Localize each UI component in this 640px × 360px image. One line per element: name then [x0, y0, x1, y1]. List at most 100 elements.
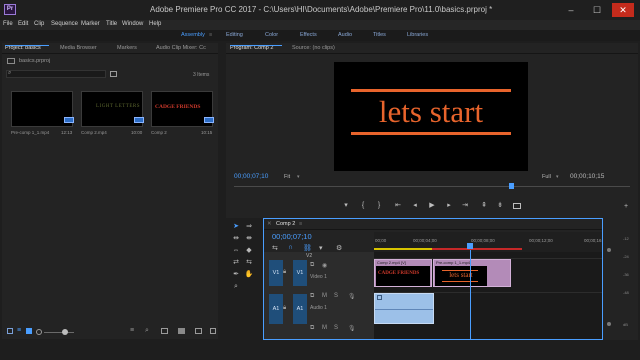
menu-edit[interactable]: Edit [18, 21, 28, 27]
track-area[interactable]: Comp 2.mp4 [V] CADGE FRIENDS Pre-comp 1_… [374, 250, 602, 339]
zoom-slider-handle[interactable] [62, 329, 68, 335]
playhead-scrubber[interactable] [234, 186, 630, 187]
add-marker-button[interactable]: ▾ [341, 201, 351, 210]
wrench-icon[interactable]: ⚙ [336, 244, 342, 252]
mark-in-button[interactable]: { [358, 201, 368, 210]
track-target-a1[interactable]: A1 [293, 294, 307, 324]
sync-lock-icon[interactable]: ⧉ [310, 325, 314, 332]
new-item-icon[interactable] [195, 328, 202, 334]
menu-file[interactable]: File [3, 21, 13, 27]
workspace-titles[interactable]: Titles [373, 32, 386, 38]
fit-dropdown[interactable]: Fit [284, 174, 290, 180]
time-ruler[interactable]: 00;00 00;00;04;00 00;00;08;00 00;00;12;0… [374, 232, 602, 252]
close-button[interactable]: ✕ [612, 3, 634, 17]
track-select-tool-icon[interactable]: ⇒ [244, 222, 254, 231]
tab-source[interactable]: Source: (no clips) [292, 45, 335, 51]
icon-view-icon[interactable] [26, 328, 32, 334]
zoom-out-icon[interactable] [36, 329, 42, 335]
clip-precomp[interactable]: Pre-comp 1_1.mp4 lets start [433, 259, 511, 287]
workspace-audio[interactable]: Audio [338, 32, 352, 38]
audio-clip[interactable] [374, 293, 434, 324]
rate-stretch-tool-icon[interactable]: ⇔ [231, 246, 241, 255]
lock-icon[interactable]: 🔒︎ [283, 269, 286, 276]
linked-selection-icon[interactable]: ⛓ [303, 244, 312, 252]
tab-comp2[interactable]: Comp 2 [276, 221, 295, 227]
minimize-button[interactable]: – [560, 3, 582, 17]
snap-icon[interactable]: ∩ [288, 244, 293, 251]
lift-button[interactable]: ⇞ [479, 201, 489, 210]
automate-icon[interactable] [161, 328, 168, 334]
meter-unit: dB [623, 322, 628, 327]
lock-icon[interactable] [7, 328, 13, 334]
trash-icon[interactable] [210, 328, 216, 334]
slip-tool-icon[interactable]: ⇄ [231, 258, 241, 267]
ripple-edit-tool-icon[interactable]: ⇹ [231, 234, 241, 243]
clip-comp2-mp4[interactable]: Comp 2.mp4 [V] CADGE FRIENDS [374, 259, 432, 287]
eye-icon[interactable]: ◉ [322, 262, 327, 269]
add-button[interactable]: + [624, 203, 628, 210]
mark-out-button[interactable]: } [374, 201, 384, 210]
program-timecode[interactable]: 00;00;07;10 [234, 173, 268, 180]
source-patch-v1[interactable]: V1 [269, 260, 283, 286]
playhead-handle[interactable] [509, 183, 515, 189]
solo-icon[interactable]: S [334, 293, 338, 299]
razor-tool-icon[interactable]: ◆ [244, 246, 254, 255]
meter-scroll-bottom[interactable] [607, 322, 611, 326]
slide-tool-icon[interactable]: ⇆ [244, 258, 254, 267]
mute-icon[interactable]: M [322, 293, 327, 299]
quality-dropdown[interactable]: Full [542, 174, 551, 180]
panel-menu-icon[interactable]: ≡ [299, 221, 302, 227]
solo-icon[interactable]: S [334, 325, 338, 331]
tab-markers[interactable]: Markers [117, 45, 137, 51]
nest-toggle-icon[interactable]: ⇆ [272, 244, 278, 252]
extract-button[interactable]: ⇟ [495, 201, 505, 210]
microphone-icon[interactable]: 🎙︎ [348, 293, 356, 300]
maximize-button[interactable]: ☐ [586, 3, 608, 17]
sync-lock-icon[interactable]: ⧉ [310, 262, 314, 269]
zoom-tool-icon[interactable]: ⌕ [231, 282, 241, 291]
source-patch-a1[interactable]: A1 [269, 294, 283, 324]
tab-audio-clip-mixer[interactable]: Audio Clip Mixer: Cc [156, 45, 206, 51]
hand-tool-icon[interactable]: ✋ [244, 270, 254, 279]
lock-icon[interactable]: 🔒︎ [283, 305, 286, 312]
menu-marker[interactable]: Marker [81, 21, 100, 27]
close-icon[interactable]: ✕ [267, 221, 272, 227]
selection-tool-icon[interactable]: ➤ [231, 222, 241, 231]
export-frame-icon[interactable] [513, 203, 521, 209]
go-to-in-button[interactable]: ⇤ [393, 201, 403, 210]
search-icon[interactable]: ⌕ [145, 327, 149, 335]
menu-clip[interactable]: Clip [34, 21, 44, 27]
microphone-icon[interactable]: 🎙︎ [348, 325, 356, 332]
workspace-assembly[interactable]: Assembly [181, 32, 205, 38]
menu-title[interactable]: Title [106, 21, 117, 27]
workspace-color[interactable]: Color [265, 32, 278, 38]
menu-window[interactable]: Window [122, 21, 143, 27]
workspace-libraries[interactable]: Libraries [407, 32, 428, 38]
mute-icon[interactable]: M [322, 325, 327, 331]
new-bin-icon[interactable] [178, 328, 185, 334]
search-input[interactable] [6, 70, 106, 78]
step-forward-button[interactable]: ▸ [444, 201, 454, 210]
go-to-out-button[interactable]: ⇥ [460, 201, 470, 210]
meter-scroll-top[interactable] [607, 248, 611, 252]
menu-help[interactable]: Help [149, 21, 161, 27]
rolling-edit-tool-icon[interactable]: ⇼ [244, 234, 254, 243]
pen-tool-icon[interactable]: ✒ [231, 270, 241, 279]
sort-icon[interactable]: ≡ [130, 327, 134, 334]
playhead-handle[interactable] [467, 243, 473, 249]
timeline-timecode[interactable]: 00;00;07;10 [272, 232, 312, 241]
workspace-menu-icon[interactable]: ≡ [209, 32, 212, 38]
menu-sequence[interactable]: Sequence [51, 21, 78, 27]
workspace-editing[interactable]: Editing [226, 32, 243, 38]
new-bin-icon[interactable] [110, 71, 117, 77]
item-count: 3 Items [193, 72, 210, 78]
workspace-effects[interactable]: Effects [300, 32, 317, 38]
zoom-slider[interactable] [44, 332, 74, 333]
sync-lock-icon[interactable]: ⧉ [310, 293, 314, 300]
play-button[interactable]: ▶ [427, 201, 437, 210]
tab-media-browser[interactable]: Media Browser [60, 45, 97, 51]
track-target-v1[interactable]: V1 [293, 260, 307, 286]
list-view-icon[interactable]: ≡ [17, 327, 21, 334]
add-marker-icon[interactable]: ▾ [319, 244, 323, 252]
step-back-button[interactable]: ◂ [410, 201, 420, 210]
